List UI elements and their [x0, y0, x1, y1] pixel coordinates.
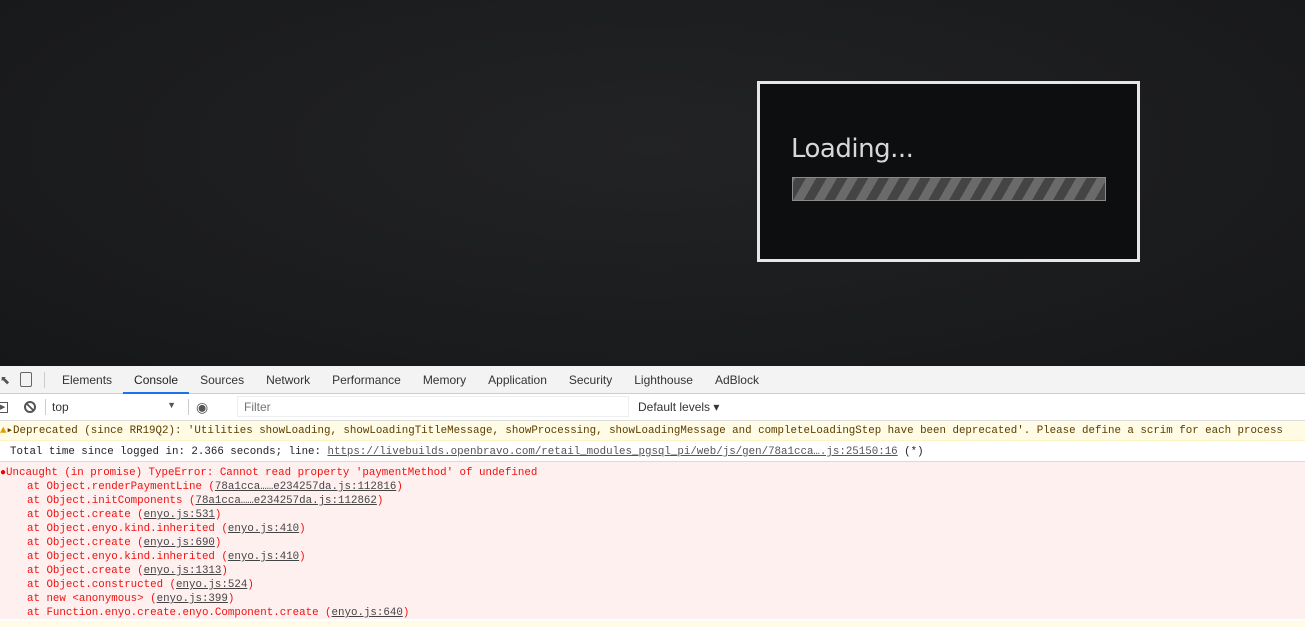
stack-frame: at new <anonymous> (enyo.js:399) — [0, 592, 1305, 606]
stack-function: at Object.enyo.kind.inherited — [27, 523, 222, 535]
devtools-panel: ⬉ Elements Console Sources Network Performan… — [0, 366, 1305, 627]
log-source-link[interactable]: https://livebuilds.openbravo.com/retail_… — [327, 446, 897, 458]
error-text: Uncaught (in promise) TypeError: Cannot … — [6, 467, 538, 479]
stack-source-link[interactable]: 78a1cca……e234257da.js:112816 — [215, 481, 396, 493]
tab-sources[interactable]: Sources — [189, 366, 255, 394]
stack-frame: at Object.constructed (enyo.js:524) — [0, 578, 1305, 592]
paren: ) — [396, 481, 403, 493]
stack-source-link[interactable]: enyo.js:640 — [332, 607, 403, 619]
stack-function: at Object.initComponents — [27, 495, 189, 507]
stack-frame: at Function.enyo.create.enyo.Component.c… — [0, 606, 1305, 619]
stack-source-link[interactable]: enyo.js:410 — [228, 523, 299, 535]
paren: ) — [221, 565, 228, 577]
stack-source-link[interactable]: enyo.js:1313 — [144, 565, 222, 577]
paren: ) — [299, 523, 306, 535]
stack-frame: at Object.create (enyo.js:1313) — [0, 564, 1305, 578]
paren: ) — [402, 607, 410, 619]
stack-frame: at Object.create (enyo.js:531) — [0, 508, 1305, 522]
tab-performance[interactable]: Performance — [321, 366, 412, 394]
filter-input[interactable] — [237, 396, 629, 417]
stack-source-link[interactable]: enyo.js:690 — [144, 537, 215, 549]
stack-function: at Object.enyo.kind.inherited — [27, 551, 222, 563]
context-selector[interactable]: top ▼ — [46, 400, 181, 414]
log-levels-dropdown[interactable]: Default levels ▾ — [638, 400, 719, 414]
divider — [188, 399, 189, 415]
paren: ) — [299, 551, 306, 563]
paren: ) — [214, 509, 222, 521]
stack-source-link[interactable]: enyo.js:531 — [144, 509, 215, 521]
tab-lighthouse[interactable]: Lighthouse — [623, 366, 704, 394]
stack-function: at Object.create — [27, 509, 138, 521]
stack-frame: at Object.renderPaymentLine (78a1cca……e2… — [0, 480, 1305, 494]
stack-frame: at Object.create (enyo.js:690) — [0, 536, 1305, 550]
tab-application[interactable]: Application — [477, 366, 558, 394]
tab-security[interactable]: Security — [558, 366, 623, 394]
loading-title: Loading... — [791, 134, 914, 164]
stack-function: at Object.create — [27, 537, 138, 549]
stack-function: at Object.create — [27, 565, 138, 577]
paren: ) — [227, 593, 235, 605]
warning-text[interactable]: ▸Deprecated (since RR19Q2): 'Utilities s… — [6, 425, 1282, 437]
paren: ) — [214, 537, 222, 549]
clear-console-icon[interactable] — [24, 401, 36, 413]
stack-frame: at Object.enyo.kind.inherited (enyo.js:4… — [0, 522, 1305, 536]
paren: ) — [376, 495, 384, 507]
eye-icon[interactable]: ◉ — [196, 399, 208, 416]
loading-progress-bar — [792, 177, 1106, 201]
console-prompt-strip — [0, 621, 1305, 627]
stack-frame: at Object.initComponents (78a1cca……e2342… — [0, 494, 1305, 508]
inspect-element-icon[interactable]: ⬉ — [0, 373, 10, 387]
stack-source-link[interactable]: enyo.js:524 — [176, 579, 247, 591]
tab-adblock[interactable]: AdBlock — [704, 366, 770, 394]
stack-function: at Object.constructed — [27, 579, 170, 591]
stack-source-link[interactable]: enyo.js:399 — [157, 593, 228, 605]
sidebar-toggle-icon[interactable]: ▶ — [0, 401, 8, 413]
stack-function: at Object.renderPaymentLine — [27, 481, 209, 493]
stack-frame: at Object.enyo.kind.inherited (enyo.js:4… — [0, 550, 1305, 564]
divider — [44, 371, 45, 388]
paren: ) — [247, 579, 254, 591]
context-value: top — [52, 400, 69, 414]
log-text: Total time since logged in: 2.366 second… — [10, 446, 328, 458]
tab-network[interactable]: Network — [255, 366, 321, 394]
console-error: ●Uncaught (in promise) TypeError: Cannot… — [0, 462, 1305, 619]
log-suffix: (*) — [897, 446, 924, 458]
stack-source-link[interactable]: 78a1cca……e234257da.js:112862 — [195, 495, 376, 507]
console-warning: ▲▸Deprecated (since RR19Q2): 'Utilities … — [0, 421, 1305, 441]
tab-elements[interactable]: Elements — [51, 366, 123, 394]
tab-memory[interactable]: Memory — [412, 366, 477, 394]
stack-source-link[interactable]: enyo.js:410 — [228, 551, 299, 563]
tab-console[interactable]: Console — [123, 366, 190, 394]
chevron-down-icon: ▼ — [167, 400, 176, 410]
app-background: Loading... — [0, 0, 1305, 366]
stack-function: at Function.enyo.create.enyo.Component.c… — [27, 607, 326, 619]
loading-dialog: Loading... — [757, 81, 1140, 262]
console-log: Total time since logged in: 2.366 second… — [0, 441, 1305, 462]
device-toolbar-icon[interactable] — [20, 372, 32, 387]
console-toolbar: ▶ top ▼ ◉ Default levels ▾ — [0, 394, 1305, 421]
stack-function: at new <anonymous> — [27, 593, 151, 605]
devtools-tabbar: ⬉ Elements Console Sources Network Performan… — [0, 366, 1305, 394]
